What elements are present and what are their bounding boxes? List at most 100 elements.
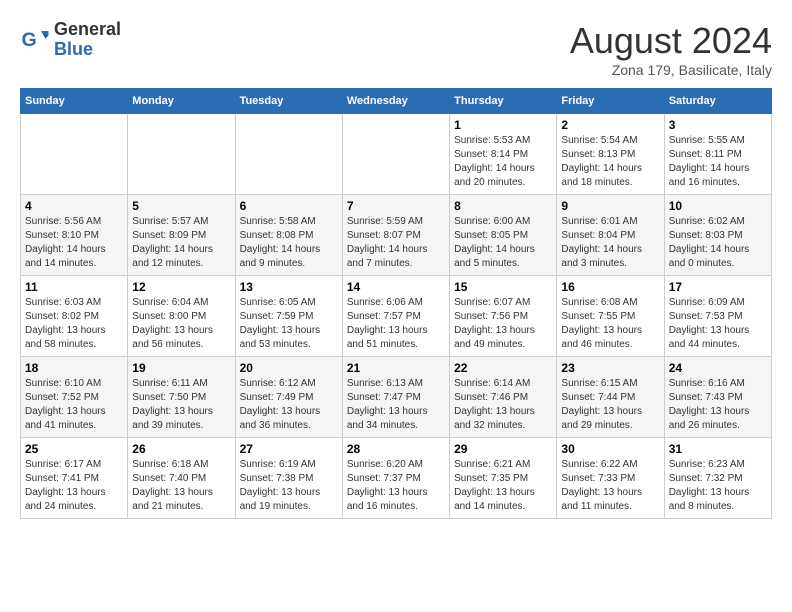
day-number: 6 xyxy=(240,199,338,213)
day-number: 8 xyxy=(454,199,552,213)
day-number: 18 xyxy=(25,361,123,375)
day-number: 23 xyxy=(561,361,659,375)
calendar-body: 1 Sunrise: 5:53 AM Sunset: 8:14 PM Daylig… xyxy=(21,114,772,519)
day-cell: 6Sunrise: 5:58 AM Sunset: 8:08 PM Daylig… xyxy=(235,195,342,276)
day-cell: 21Sunrise: 6:13 AM Sunset: 7:47 PM Dayli… xyxy=(342,357,449,438)
day-info: Sunrise: 6:21 AM Sunset: 7:35 PM Dayligh… xyxy=(454,458,552,514)
day-info: Sunrise: 6:17 AM Sunset: 7:41 PM Dayligh… xyxy=(25,458,123,514)
week-row-5: 25 Sunrise: 6:17 AM Sunset: 7:41 PM Dayli… xyxy=(21,438,772,519)
day-number: 26 xyxy=(132,442,230,456)
title-section: August 2024 Zona 179, Basilicate, Italy xyxy=(570,20,772,78)
day-cell: 13Sunrise: 6:05 AM Sunset: 7:59 PM Dayli… xyxy=(235,276,342,357)
day-cell: 29 Sunrise: 6:21 AM Sunset: 7:35 PM Dayli… xyxy=(450,438,557,519)
header-cell-wednesday: Wednesday xyxy=(342,89,449,114)
header-cell-thursday: Thursday xyxy=(450,89,557,114)
header-cell-tuesday: Tuesday xyxy=(235,89,342,114)
day-cell: 16 Sunrise: 6:08 AM Sunset: 7:55 PM Dayli… xyxy=(557,276,664,357)
day-cell: 7 Sunrise: 5:59 AM Sunset: 8:07 PM Daylig… xyxy=(342,195,449,276)
day-cell: 3 Sunrise: 5:55 AM Sunset: 8:11 PM Daylig… xyxy=(664,114,771,195)
day-cell: 27 Sunrise: 6:19 AM Sunset: 7:38 PM Dayli… xyxy=(235,438,342,519)
logo-blue: Blue xyxy=(54,40,121,60)
day-cell: 22 Sunrise: 6:14 AM Sunset: 7:46 PM Dayli… xyxy=(450,357,557,438)
day-number: 25 xyxy=(25,442,123,456)
day-info: Sunrise: 5:53 AM Sunset: 8:14 PM Dayligh… xyxy=(454,134,552,190)
day-info: Sunrise: 6:01 AM Sunset: 8:04 PM Dayligh… xyxy=(561,215,659,271)
day-info: Sunrise: 5:55 AM Sunset: 8:11 PM Dayligh… xyxy=(669,134,767,190)
day-info: Sunrise: 6:07 AM Sunset: 7:56 PM Dayligh… xyxy=(454,296,552,352)
day-info: Sunrise: 6:10 AM Sunset: 7:52 PM Dayligh… xyxy=(25,377,123,433)
day-number: 19 xyxy=(132,361,230,375)
day-cell: 23 Sunrise: 6:15 AM Sunset: 7:44 PM Dayli… xyxy=(557,357,664,438)
day-info: Sunrise: 6:15 AM Sunset: 7:44 PM Dayligh… xyxy=(561,377,659,433)
day-cell: 15Sunrise: 6:07 AM Sunset: 7:56 PM Dayli… xyxy=(450,276,557,357)
day-info: Sunrise: 6:18 AM Sunset: 7:40 PM Dayligh… xyxy=(132,458,230,514)
day-cell: 17Sunrise: 6:09 AM Sunset: 7:53 PM Dayli… xyxy=(664,276,771,357)
day-cell: 9 Sunrise: 6:01 AM Sunset: 8:04 PM Daylig… xyxy=(557,195,664,276)
day-info: Sunrise: 6:00 AM Sunset: 8:05 PM Dayligh… xyxy=(454,215,552,271)
header-cell-monday: Monday xyxy=(128,89,235,114)
header-cell-saturday: Saturday xyxy=(664,89,771,114)
day-number: 31 xyxy=(669,442,767,456)
day-number: 17 xyxy=(669,280,767,294)
day-info: Sunrise: 6:19 AM Sunset: 7:38 PM Dayligh… xyxy=(240,458,338,514)
day-number: 28 xyxy=(347,442,445,456)
day-info: Sunrise: 5:57 AM Sunset: 8:09 PM Dayligh… xyxy=(132,215,230,271)
day-info: Sunrise: 6:05 AM Sunset: 7:59 PM Dayligh… xyxy=(240,296,338,352)
day-number: 22 xyxy=(454,361,552,375)
day-number: 16 xyxy=(561,280,659,294)
day-cell: 11Sunrise: 6:03 AM Sunset: 8:02 PM Dayli… xyxy=(21,276,128,357)
day-number: 9 xyxy=(561,199,659,213)
day-number: 30 xyxy=(561,442,659,456)
day-cell: 18 Sunrise: 6:10 AM Sunset: 7:52 PM Dayli… xyxy=(21,357,128,438)
day-number: 7 xyxy=(347,199,445,213)
day-cell: 4Sunrise: 5:56 AM Sunset: 8:10 PM Daylig… xyxy=(21,195,128,276)
day-info: Sunrise: 6:04 AM Sunset: 8:00 PM Dayligh… xyxy=(132,296,230,352)
day-info: Sunrise: 6:14 AM Sunset: 7:46 PM Dayligh… xyxy=(454,377,552,433)
day-info: Sunrise: 6:20 AM Sunset: 7:37 PM Dayligh… xyxy=(347,458,445,514)
day-number: 2 xyxy=(561,118,659,132)
day-cell xyxy=(128,114,235,195)
day-cell: 10Sunrise: 6:02 AM Sunset: 8:03 PM Dayli… xyxy=(664,195,771,276)
day-cell xyxy=(21,114,128,195)
day-number: 14 xyxy=(347,280,445,294)
day-cell: 12Sunrise: 6:04 AM Sunset: 8:00 PM Dayli… xyxy=(128,276,235,357)
logo: G General Blue xyxy=(20,20,121,60)
week-row-1: 1 Sunrise: 5:53 AM Sunset: 8:14 PM Daylig… xyxy=(21,114,772,195)
day-info: Sunrise: 5:59 AM Sunset: 8:07 PM Dayligh… xyxy=(347,215,445,271)
day-info: Sunrise: 6:08 AM Sunset: 7:55 PM Dayligh… xyxy=(561,296,659,352)
day-number: 27 xyxy=(240,442,338,456)
day-info: Sunrise: 6:11 AM Sunset: 7:50 PM Dayligh… xyxy=(132,377,230,433)
day-info: Sunrise: 6:06 AM Sunset: 7:57 PM Dayligh… xyxy=(347,296,445,352)
header-cell-sunday: Sunday xyxy=(21,89,128,114)
day-number: 20 xyxy=(240,361,338,375)
day-info: Sunrise: 6:16 AM Sunset: 7:43 PM Dayligh… xyxy=(669,377,767,433)
day-info: Sunrise: 6:23 AM Sunset: 7:32 PM Dayligh… xyxy=(669,458,767,514)
day-cell: 2 Sunrise: 5:54 AM Sunset: 8:13 PM Daylig… xyxy=(557,114,664,195)
day-info: Sunrise: 6:03 AM Sunset: 8:02 PM Dayligh… xyxy=(25,296,123,352)
svg-text:G: G xyxy=(22,29,37,51)
day-cell xyxy=(235,114,342,195)
header: G General Blue August 2024 Zona 179, Bas… xyxy=(20,20,772,78)
day-info: Sunrise: 6:12 AM Sunset: 7:49 PM Dayligh… xyxy=(240,377,338,433)
day-number: 3 xyxy=(669,118,767,132)
day-number: 4 xyxy=(25,199,123,213)
logo-icon: G xyxy=(20,25,50,55)
day-cell: 26 Sunrise: 6:18 AM Sunset: 7:40 PM Dayli… xyxy=(128,438,235,519)
day-number: 29 xyxy=(454,442,552,456)
day-number: 24 xyxy=(669,361,767,375)
day-info: Sunrise: 6:22 AM Sunset: 7:33 PM Dayligh… xyxy=(561,458,659,514)
day-cell: 19 Sunrise: 6:11 AM Sunset: 7:50 PM Dayli… xyxy=(128,357,235,438)
day-number: 1 xyxy=(454,118,552,132)
day-cell: 30 Sunrise: 6:22 AM Sunset: 7:33 PM Dayli… xyxy=(557,438,664,519)
day-number: 10 xyxy=(669,199,767,213)
day-cell: 1 Sunrise: 5:53 AM Sunset: 8:14 PM Daylig… xyxy=(450,114,557,195)
day-info: Sunrise: 5:54 AM Sunset: 8:13 PM Dayligh… xyxy=(561,134,659,190)
calendar: SundayMondayTuesdayWednesdayThursdayFrid… xyxy=(20,88,772,519)
header-cell-friday: Friday xyxy=(557,89,664,114)
month-title: August 2024 xyxy=(570,20,772,62)
calendar-header: SundayMondayTuesdayWednesdayThursdayFrid… xyxy=(21,89,772,114)
day-cell: 5Sunrise: 5:57 AM Sunset: 8:09 PM Daylig… xyxy=(128,195,235,276)
day-cell: 25 Sunrise: 6:17 AM Sunset: 7:41 PM Dayli… xyxy=(21,438,128,519)
day-cell: 24 Sunrise: 6:16 AM Sunset: 7:43 PM Dayli… xyxy=(664,357,771,438)
logo-general: General xyxy=(54,20,121,40)
